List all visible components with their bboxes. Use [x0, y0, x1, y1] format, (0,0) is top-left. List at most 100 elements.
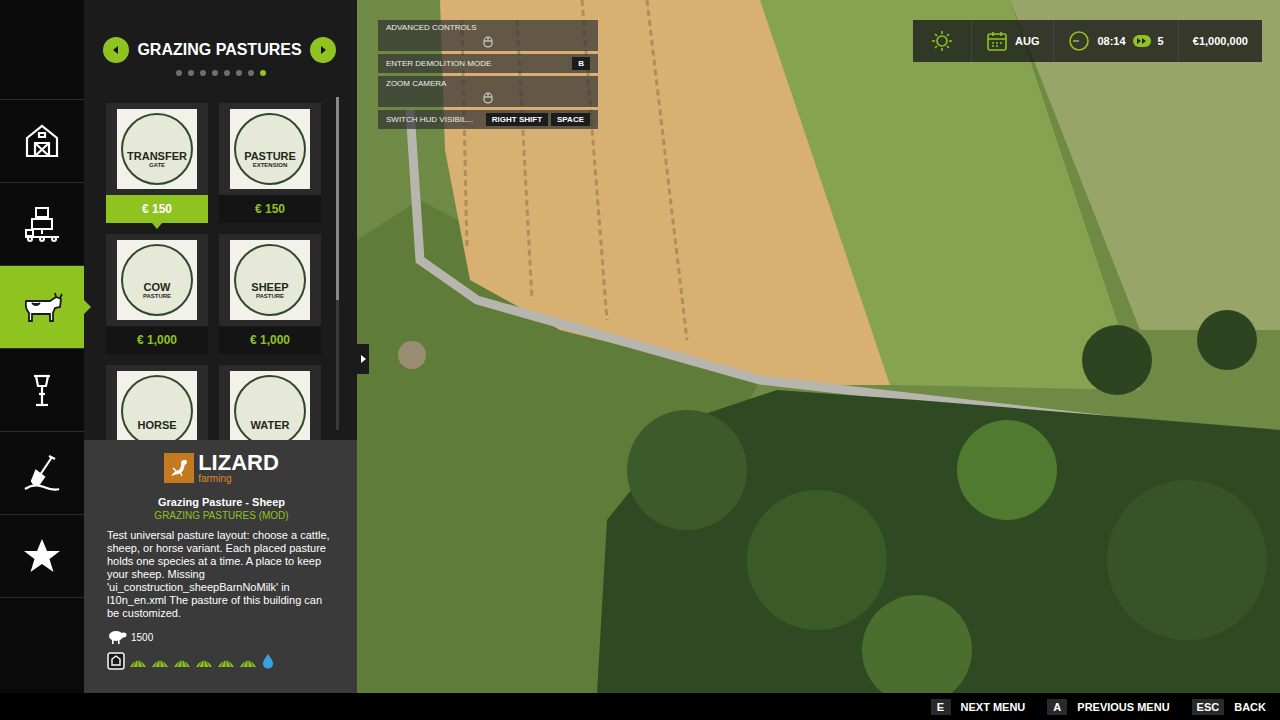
badge-subtitle: PASTURE	[143, 293, 171, 300]
item-price: € 1,000	[106, 326, 208, 354]
money-amount: €1,000,000	[1193, 35, 1248, 47]
item-price: € 150	[106, 195, 208, 223]
barn-icon	[22, 121, 62, 161]
map-view[interactable]: ADVANCED CONTROLS ENTER DEMOLITION MODE B Z…	[357, 0, 1280, 693]
key-cap: RIGHT SHIFT	[486, 113, 548, 126]
item-picture: HORSE	[106, 365, 208, 440]
shop-item[interactable]: HORSE	[106, 365, 208, 440]
category-tab[interactable]	[0, 183, 84, 266]
shop-item[interactable]: WATER	[219, 365, 321, 440]
sun-icon	[931, 30, 953, 52]
game-screen: GRAZING PASTURESTRANSFERGATE€ 150PASTURE…	[0, 0, 1280, 720]
item-picture: COWPASTURE	[106, 234, 208, 326]
grass-icon	[129, 652, 147, 670]
animal-food-icon	[107, 652, 125, 670]
hud-controls: ADVANCED CONTROLS ENTER DEMOLITION MODE B Z…	[378, 20, 598, 129]
control-hint: SWITCH HUD VISIBIL... RIGHT SHIFTSPACE	[378, 110, 598, 129]
footer-action[interactable]: ENEXT MENU	[931, 699, 1026, 715]
page-dot[interactable]	[236, 70, 242, 76]
build-panel: GRAZING PASTURESTRANSFERGATE€ 150PASTURE…	[84, 0, 357, 693]
key-cap: ESC	[1192, 699, 1225, 715]
page-dot[interactable]	[176, 70, 182, 76]
money: €1,000,000	[1179, 20, 1262, 62]
item-picture: TRANSFERGATE	[106, 103, 208, 195]
control-label: ENTER DEMOLITION MODE	[386, 59, 491, 68]
sheep-icon	[107, 630, 127, 644]
brand-subtitle: farming	[198, 474, 279, 484]
item-details: LIZARDfarmingGrazing Pasture - SheepGRAZ…	[84, 440, 357, 693]
clock-time: 08:14	[1097, 35, 1125, 47]
footer-action[interactable]: ESC BACK	[1192, 699, 1266, 715]
star-icon	[22, 536, 62, 576]
collapse-panel-button[interactable]	[357, 344, 369, 374]
grass-icon	[173, 652, 191, 670]
time[interactable]: 08:14 5	[1054, 20, 1178, 62]
item-description: Test universal pasture layout: choose a …	[107, 529, 336, 620]
food-requirements	[107, 652, 336, 670]
time-speed: 5	[1158, 35, 1164, 47]
category-tab[interactable]	[0, 100, 84, 183]
item-picture: SHEEPPASTURE	[219, 234, 321, 326]
control-label: SWITCH HUD VISIBIL...	[386, 115, 473, 124]
production-icon	[22, 204, 62, 244]
shop-item[interactable]: PASTUREEXTENSION€ 150	[219, 103, 321, 223]
item-title: Grazing Pasture - Sheep	[107, 496, 336, 508]
action-label: PREVIOUS MENU	[1077, 701, 1169, 713]
date[interactable]: AUG	[972, 20, 1054, 62]
arrow-right-icon	[318, 45, 328, 55]
month: AUG	[1015, 35, 1039, 47]
category-tab[interactable]	[0, 349, 84, 432]
cow-icon	[20, 287, 64, 327]
page-dot[interactable]	[188, 70, 194, 76]
badge-title: HORSE	[137, 419, 176, 431]
shop-item[interactable]: SHEEPPASTURE€ 1,000	[219, 234, 321, 354]
panel-header: GRAZING PASTURES	[84, 0, 357, 63]
page-dot[interactable]	[248, 70, 254, 76]
shop-item[interactable]: COWPASTURE€ 1,000	[106, 234, 208, 354]
page-dot[interactable]	[212, 70, 218, 76]
shop-item[interactable]: TRANSFERGATE€ 150	[106, 103, 208, 223]
control-hint: ENTER DEMOLITION MODE B	[378, 54, 598, 73]
grass-icon	[195, 652, 213, 670]
arrow-right-icon	[361, 355, 366, 363]
control-hint: ADVANCED CONTROLS	[378, 20, 598, 51]
shovel-icon	[22, 453, 62, 493]
badge-title: PASTURE	[244, 150, 296, 162]
mouse-icon	[483, 36, 493, 48]
page-dot[interactable]	[200, 70, 206, 76]
control-label: ZOOM CAMERA	[386, 79, 446, 88]
badge-subtitle: PASTURE	[256, 293, 284, 300]
badge-title: WATER	[251, 419, 290, 431]
category-tab[interactable]	[0, 432, 84, 515]
key-cap: B	[572, 57, 590, 70]
footer-action[interactable]: A PREVIOUS MENU	[1047, 699, 1169, 715]
next-category-button[interactable]	[310, 37, 336, 63]
lamp-icon	[22, 370, 62, 410]
category-tab[interactable]	[0, 266, 84, 349]
page-dots	[84, 70, 357, 76]
item-price: € 1,000	[219, 326, 321, 354]
page-dot[interactable]	[260, 70, 266, 76]
status-bar: AUG 08:14 5 €1,000,000	[913, 20, 1262, 62]
key-cap: SPACE	[551, 113, 590, 126]
lizard-icon	[167, 456, 191, 480]
control-hint: ZOOM CAMERA	[378, 76, 598, 107]
weather[interactable]	[913, 20, 972, 62]
control-label: ADVANCED CONTROLS	[386, 23, 477, 32]
badge-title: COW	[144, 281, 171, 293]
key-cap: A	[1047, 699, 1067, 715]
clock-icon	[1068, 30, 1090, 52]
scrollbar[interactable]	[336, 97, 339, 430]
action-label: BACK	[1234, 701, 1266, 713]
previous-category-button[interactable]	[103, 37, 129, 63]
item-picture: PASTUREEXTENSION	[219, 103, 321, 195]
category-tab[interactable]	[0, 515, 84, 598]
page-dot[interactable]	[224, 70, 230, 76]
grass-icon	[239, 652, 257, 670]
category-rail	[0, 0, 84, 693]
panel-title: GRAZING PASTURES	[137, 41, 301, 59]
scrollbar-thumb[interactable]	[336, 97, 339, 300]
item-category: GRAZING PASTURES (MOD)	[107, 510, 336, 521]
badge-subtitle: GATE	[149, 162, 165, 169]
grass-icon	[217, 652, 235, 670]
